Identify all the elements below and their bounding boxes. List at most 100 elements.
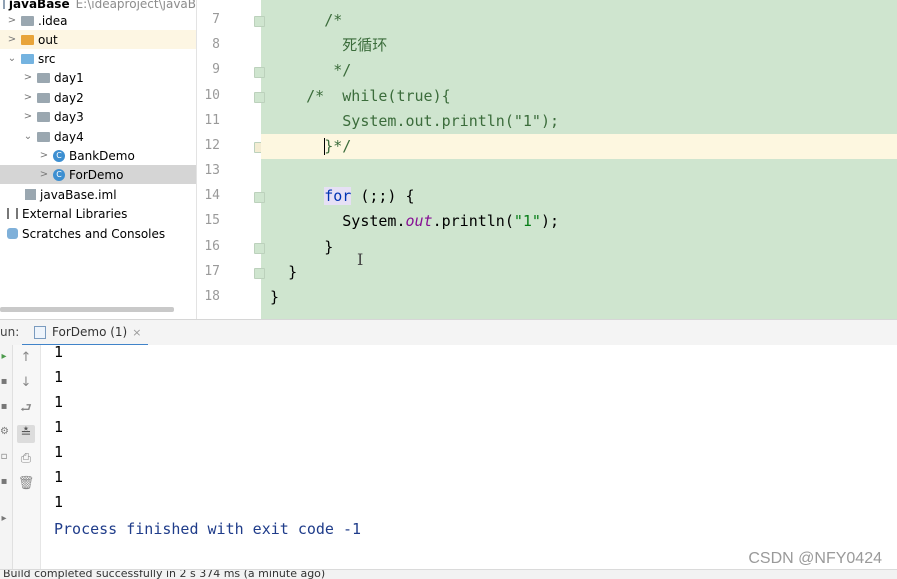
chevron-down-icon[interactable]: ⌄ — [22, 131, 34, 142]
line-number: 10 — [204, 88, 220, 103]
tree-item-out[interactable]: > out — [0, 30, 196, 49]
arrow-down-icon[interactable]: ↓ — [17, 374, 35, 392]
line-number: 11 — [204, 113, 220, 128]
line-number: 15 — [204, 213, 220, 228]
chevron-down-icon[interactable]: ⌄ — [6, 53, 18, 64]
expand-icon[interactable]: ▸ — [0, 513, 8, 524]
code-text: ); — [540, 212, 560, 230]
code-line-11: System.out.println("1"); — [261, 109, 897, 134]
pin-icon[interactable]: ▪ — [0, 476, 8, 487]
tree-item-scratches[interactable]: Scratches and Consoles — [0, 224, 196, 243]
print-icon[interactable]: ⎙ — [17, 450, 35, 468]
close-brace: } — [324, 238, 334, 256]
tree-item-label: day4 — [54, 129, 84, 144]
console-output[interactable]: 1 1 1 1 1 1 1 Process finished with exit… — [41, 343, 897, 569]
tree-item-label: External Libraries — [22, 206, 128, 221]
commented-while: /* while(true){ — [306, 87, 451, 105]
run-side-strip: ▸ ▪ ▪ ⚙ ▫ ▪ ▸ — [0, 345, 13, 569]
tree-item-fordemo[interactable]: > C ForDemo — [0, 165, 196, 184]
chevron-right-icon[interactable]: > — [38, 150, 50, 161]
scroll-to-end-icon[interactable]: ≛ — [17, 425, 35, 443]
code-line-9: */ — [261, 58, 897, 83]
commented-println: System.out.println("1"); — [342, 112, 560, 130]
layout-icon[interactable]: ▫ — [0, 451, 8, 462]
stop-icon[interactable]: ▪ — [0, 401, 8, 412]
trash-icon[interactable]: 🗑 — [17, 475, 35, 493]
run-toolbar: ↑ ↓ ⮐ ≛ ⎙ 🗑 — [13, 345, 41, 569]
code-line-12: }*/ — [261, 134, 897, 159]
root-path: E:\ideaproject\javaB — [75, 0, 196, 11]
run-header: un: ForDemo (1) × — [0, 319, 897, 347]
output-line: 1 — [54, 443, 64, 461]
tree-item-label: javaBase.iml — [40, 187, 117, 202]
source-folder-icon — [21, 53, 34, 64]
stop-icon[interactable]: ▪ — [0, 376, 8, 387]
package-icon — [37, 131, 50, 142]
editor-gutter[interactable]: 7 8 9 10 11 12 13 14 15 16 17 18 — [197, 0, 265, 319]
tree-item-external-libraries[interactable]: External Libraries — [0, 204, 196, 223]
tree-item-label: day3 — [54, 109, 84, 124]
tree-item-src[interactable]: ⌄ src — [0, 49, 196, 68]
code-line-18: } — [261, 285, 897, 310]
comment-text: 死循环 — [342, 36, 388, 54]
tree-item-label: out — [38, 32, 58, 47]
scratches-icon — [7, 228, 18, 239]
string-literal: "1" — [513, 212, 541, 230]
package-icon — [37, 72, 50, 83]
folder-icon — [21, 15, 34, 26]
line-number: 16 — [204, 239, 220, 254]
project-scrollbar[interactable] — [0, 307, 174, 312]
tab-label: ForDemo (1) — [52, 325, 128, 339]
keyword-for: for — [324, 187, 352, 205]
line-number: 18 — [204, 289, 220, 304]
code-line-15: System.out.println("1"); — [261, 209, 897, 234]
line-number: 14 — [204, 188, 220, 203]
code-line-14: for (;;) { — [261, 184, 897, 209]
chevron-right-icon[interactable]: > — [22, 72, 34, 83]
tree-item-label: BankDemo — [69, 148, 135, 163]
module-icon — [3, 0, 5, 9]
chevron-right-icon[interactable]: > — [38, 169, 50, 180]
project-panel: javaBase E:\ideaproject\javaB > .idea > … — [0, 0, 197, 319]
tree-item-day3[interactable]: > day3 — [0, 107, 196, 126]
chevron-right-icon[interactable]: > — [22, 111, 34, 122]
chevron-right-icon[interactable]: > — [6, 15, 18, 26]
code-line-8: 死循环 — [261, 33, 897, 58]
line-number: 8 — [212, 37, 220, 52]
chevron-right-icon[interactable]: > — [22, 92, 34, 103]
tree-item-iml[interactable]: javaBase.iml — [0, 185, 196, 204]
code-text: System. — [342, 212, 406, 230]
arrow-up-icon[interactable]: ↑ — [17, 349, 35, 367]
folder-icon — [21, 34, 34, 45]
close-icon[interactable]: × — [132, 326, 141, 339]
watermark: CSDN @NFY0424 — [748, 550, 882, 567]
tree-item-day4[interactable]: ⌄ day4 — [0, 127, 196, 146]
library-icon — [7, 208, 18, 219]
soft-wrap-icon[interactable]: ⮐ — [17, 400, 35, 418]
rerun-icon[interactable]: ▸ — [0, 351, 8, 362]
package-icon — [37, 92, 50, 103]
tree-item-day2[interactable]: > day2 — [0, 88, 196, 107]
output-line: 1 — [54, 368, 64, 386]
tree-item-label: day2 — [54, 90, 84, 105]
root-name: javaBase — [8, 0, 70, 11]
tree-item-idea[interactable]: > .idea — [0, 11, 196, 30]
output-line: 1 — [54, 493, 64, 511]
line-number: 7 — [212, 12, 220, 27]
tree-item-bankdemo[interactable]: > C BankDemo — [0, 146, 196, 165]
field-out: out — [405, 212, 433, 230]
settings-icon[interactable]: ⚙ — [0, 426, 9, 437]
commented-brace: }*/ — [324, 137, 352, 155]
mouse-ibeam-cursor: I — [357, 250, 364, 269]
line-number: 12 — [204, 138, 220, 153]
iml-file-icon — [25, 189, 36, 200]
chevron-right-icon[interactable]: > — [6, 34, 18, 45]
line-number: 13 — [204, 163, 220, 178]
line-number: 9 — [212, 62, 220, 77]
tab-fordemo-run[interactable]: ForDemo (1) × — [22, 320, 148, 347]
code-editor[interactable]: 7 8 9 10 11 12 13 14 15 16 17 18 /* 死循环 … — [197, 0, 897, 319]
process-finished-message: Process finished with exit code -1 — [54, 520, 362, 538]
comment-close: */ — [333, 61, 352, 79]
close-brace: } — [288, 263, 298, 281]
tree-item-day1[interactable]: > day1 — [0, 68, 196, 87]
